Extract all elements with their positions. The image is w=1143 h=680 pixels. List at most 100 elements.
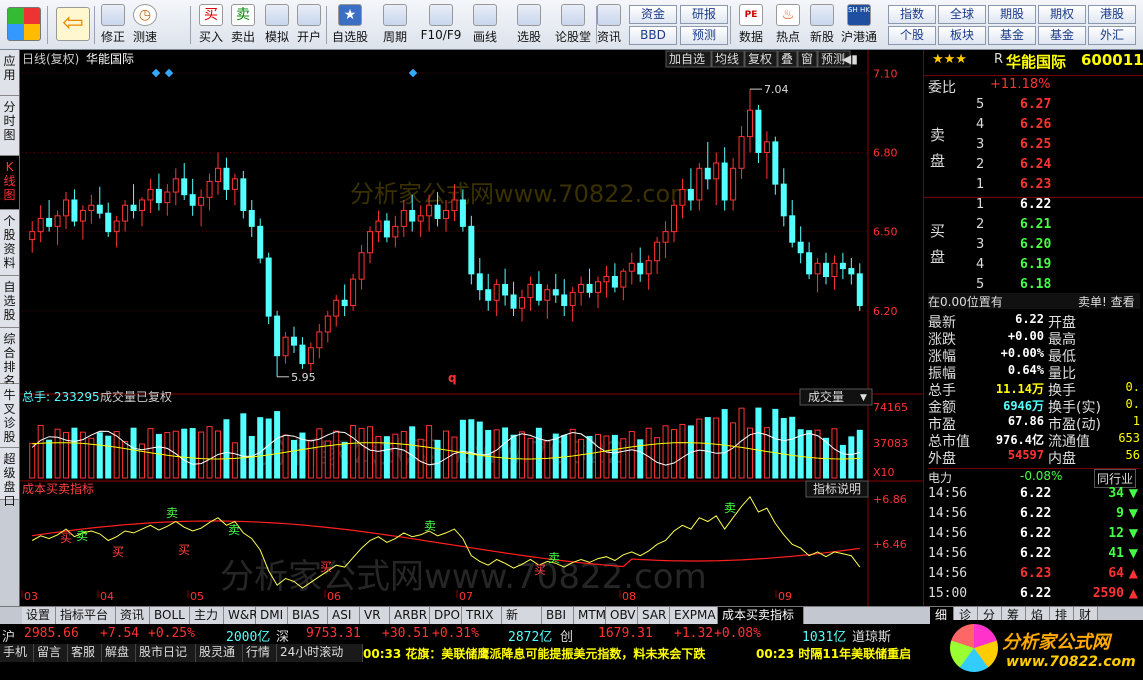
status-item-2[interactable]: 客服	[68, 644, 102, 662]
volume-bar	[324, 440, 331, 479]
indicator-tab-3[interactable]: BOLL	[150, 607, 190, 625]
toolbar-button-16[interactable]: ♨ 热点	[772, 2, 804, 48]
market-button-5[interactable]: 个股	[888, 26, 936, 45]
indicator-tab-4[interactable]: 主力	[190, 607, 224, 625]
toolbar-button-18[interactable]: SH HK 沪港通	[840, 2, 878, 48]
toolbar-button-7[interactable]: 开户	[294, 2, 324, 48]
tick-row: 14:56 6.22 34 ▼	[928, 486, 1140, 506]
sell-signal-label: 卖	[424, 519, 436, 533]
left-tab-3[interactable]: 个股资料	[0, 210, 19, 276]
event-q-marker[interactable]: q	[448, 371, 457, 385]
news-ticker-2[interactable]: 00:23 时隔11年美联储重启	[756, 645, 944, 662]
left-tab-6[interactable]: 牛叉诊股	[0, 384, 19, 448]
toolbar-button-15[interactable]: PE 数据	[734, 2, 768, 48]
candle-body	[189, 194, 196, 206]
toolbar-button-14[interactable]: 资讯	[594, 2, 624, 48]
candle-body	[679, 188, 686, 206]
indicator-tab-8[interactable]: ASI	[328, 607, 360, 625]
indicator-tab-11[interactable]: DPO	[430, 607, 462, 625]
event-marker-icon[interactable]	[151, 68, 161, 78]
news-ticker[interactable]: 00:33 花旗：美联储鹰派降息可能提振美元指数，料未来会下跌	[363, 645, 705, 662]
toolbar-button-8[interactable]: ★ 自选股	[330, 2, 370, 48]
candle-body	[265, 257, 272, 317]
toolbar-link-0[interactable]: 资金	[629, 5, 677, 24]
market-button-7[interactable]: 基金	[988, 26, 1036, 45]
volume-bar	[713, 417, 720, 479]
indicator-tab-1[interactable]: 指标平台	[56, 607, 116, 625]
toolbar-button-10[interactable]: F10/F9	[418, 2, 464, 48]
indicator-tab-13[interactable]: 新DMA	[502, 607, 542, 639]
toolbar-button-9[interactable]: 周期	[376, 2, 414, 48]
candle-body	[392, 225, 399, 238]
indicator-tab-16[interactable]: OBV	[606, 607, 638, 625]
status-item-3[interactable]: 解盘	[102, 644, 136, 662]
chart-header-menu-icon[interactable]: ◀▮	[842, 52, 858, 66]
market-button-1[interactable]: 全球	[938, 5, 986, 24]
toolbar-button-3[interactable]: ◷ 测速	[130, 2, 160, 48]
market-button-6[interactable]: 板块	[938, 26, 986, 45]
left-tab-2[interactable]: K线图	[0, 156, 19, 210]
indicator-tab-19[interactable]: 成本买卖指标	[718, 607, 804, 625]
market-button-4[interactable]: 港股	[1088, 5, 1136, 24]
toolbar-link-2[interactable]: BBD	[629, 26, 677, 45]
ask-level: 2	[976, 157, 985, 172]
volume-bar	[839, 444, 846, 479]
toolbar-label: 数据	[738, 30, 763, 44]
left-tab-7[interactable]: 超级盘口	[0, 448, 19, 508]
left-tab-0[interactable]: 应用	[0, 50, 19, 96]
candle-body	[687, 188, 694, 201]
toolbar-link-3[interactable]: 预测	[680, 26, 728, 45]
toolbar-button-2[interactable]: 修正	[98, 2, 128, 48]
stat-value: 976.4亿	[995, 433, 1044, 447]
status-item-1[interactable]: 留言	[34, 644, 68, 662]
view-sell-orders-link[interactable]: 卖单! 查看	[1078, 293, 1135, 310]
toolbar-button-12[interactable]: 选股	[510, 2, 548, 48]
candle-body	[603, 276, 610, 283]
status-item-0[interactable]: 手机	[0, 644, 34, 662]
indicator-tab-9[interactable]: VR	[360, 607, 390, 625]
indicator-tab-5[interactable]: W&R	[224, 607, 258, 625]
indicator-tab-0[interactable]: 设置	[22, 607, 56, 625]
event-marker-icon[interactable]	[164, 68, 174, 78]
candle-body	[451, 199, 458, 212]
index-sz-val: 9753.31	[306, 626, 361, 641]
status-item-4[interactable]: 股市日记	[136, 644, 196, 662]
index-sz-chg: +30.51	[382, 626, 429, 641]
market-button-8[interactable]: 基金	[1038, 26, 1086, 45]
market-button-9[interactable]: 外汇	[1088, 26, 1136, 45]
market-button-2[interactable]: 期股	[988, 5, 1036, 24]
toolbar-button-5[interactable]: 卖卖出	[228, 2, 258, 48]
candle-body	[282, 336, 289, 357]
indicator-tab-7[interactable]: BIAS	[288, 607, 328, 625]
toolbar-button-4[interactable]: 买买入	[196, 2, 226, 48]
left-tab-5[interactable]: 综合排名	[0, 328, 19, 388]
tick-price: 6.22	[1020, 586, 1052, 601]
indicator-tab-2[interactable]: 资讯	[116, 607, 150, 625]
indicator-tab-15[interactable]: MTM	[574, 607, 606, 625]
market-button-0[interactable]: 指数	[888, 5, 936, 24]
left-tab-1[interactable]: 分时图	[0, 96, 19, 156]
market-button-3[interactable]: 期权	[1038, 5, 1086, 24]
toolbar-button-6[interactable]: 模拟	[262, 2, 292, 48]
toolbar-button-1[interactable]: ⇦	[52, 2, 94, 48]
status-item-6[interactable]: 行情	[243, 644, 277, 662]
volume-bar	[231, 442, 238, 479]
candle-body	[747, 109, 753, 138]
toolbar-button-17[interactable]: 新股	[806, 2, 838, 48]
indicator-tab-10[interactable]: ARBR	[390, 607, 430, 625]
toolbar-button-11[interactable]: 画线	[466, 2, 504, 48]
indicator-tab-17[interactable]: SAR	[638, 607, 670, 625]
sector-name[interactable]: 电力	[928, 469, 952, 486]
indicator-tab-14[interactable]: BBI	[542, 607, 574, 625]
toolbar-button-0[interactable]	[4, 2, 44, 48]
indicator-tab-6[interactable]: DMI	[256, 607, 288, 625]
stat-key: 外盘	[928, 451, 956, 467]
status-item-5[interactable]: 股灵通	[196, 644, 243, 662]
left-tab-4[interactable]: 自选股	[0, 276, 19, 328]
status-item-7[interactable]: 24小时滚动	[277, 644, 363, 662]
indicator-tab-18[interactable]: EXPMA	[670, 607, 718, 625]
toolbar-button-13[interactable]: 论股堂	[554, 2, 592, 48]
indicator-tab-12[interactable]: TRIX	[462, 607, 502, 625]
event-marker-icon[interactable]	[408, 68, 418, 78]
toolbar-link-1[interactable]: 研报	[680, 5, 728, 24]
